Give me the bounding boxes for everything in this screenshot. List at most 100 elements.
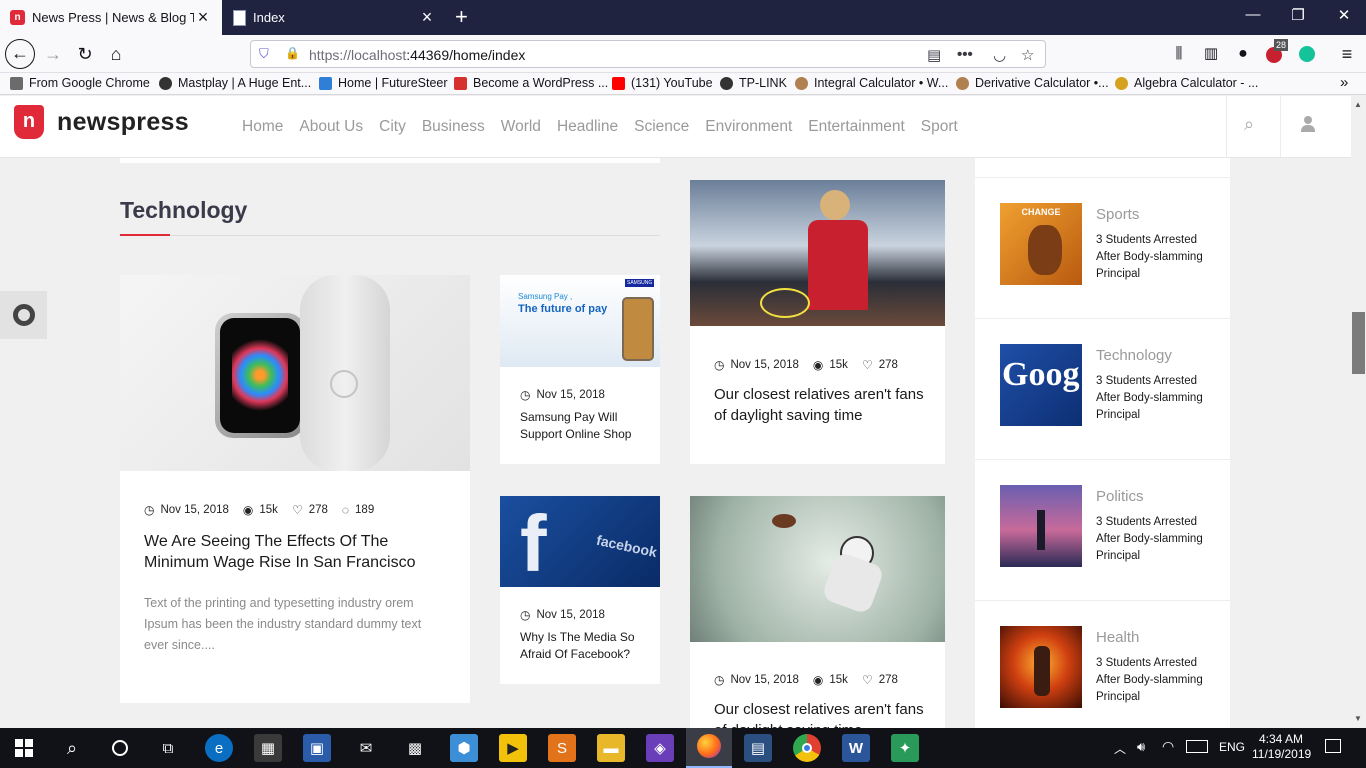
mid-post-card[interactable]: ◷ Nov 15, 2018 ◉ 15k ♡ 278 Our closest rela…: [690, 496, 945, 728]
sidebar-title[interactable]: 3 Students Arrested After Body-slamming …: [1096, 514, 1211, 565]
sidebar-category[interactable]: Sports: [1096, 206, 1139, 223]
pocket-icon[interactable]: ◡: [993, 46, 1006, 64]
nav-world[interactable]: World: [501, 118, 541, 136]
grammarly-extension[interactable]: [1295, 42, 1321, 66]
scrollbar-thumb[interactable]: [1352, 312, 1365, 374]
post-title[interactable]: Our closest relatives aren't fans of day…: [714, 699, 924, 728]
language-indicator[interactable]: ENG: [1219, 740, 1245, 754]
forward-icon[interactable]: →: [40, 42, 66, 66]
account-icon[interactable]: ●: [1230, 42, 1256, 66]
sidebar-title[interactable]: 3 Students Arrested After Body-slamming …: [1096, 655, 1211, 706]
edge-icon[interactable]: e: [205, 734, 233, 762]
close-icon[interactable]: ×: [194, 7, 212, 28]
adblock-extension[interactable]: 28: [1263, 39, 1289, 66]
url-bar[interactable]: ⛉ 🔒 https://localhost:44369/home/index ▤…: [250, 40, 1046, 68]
sidebar-category[interactable]: Technology: [1096, 347, 1172, 364]
tray-chevron-icon[interactable]: ︿: [1114, 740, 1126, 757]
bookmark-item[interactable]: Integral Calculator • W...: [795, 76, 948, 90]
bookmark-item[interactable]: Derivative Calculator •...: [956, 76, 1109, 90]
lock-icon[interactable]: 🔒: [285, 46, 300, 60]
sidebar-icon[interactable]: ▥: [1198, 42, 1224, 66]
minimize-icon[interactable]: —: [1238, 6, 1268, 23]
windows-start-icon[interactable]: [10, 734, 38, 762]
close-window-icon[interactable]: ✕: [1329, 6, 1359, 24]
menu-icon[interactable]: ≡: [1334, 42, 1360, 66]
volume-icon[interactable]: 🔊︎: [1137, 739, 1145, 755]
bookmark-item[interactable]: Home | FutureSteer: [319, 76, 448, 90]
reload-icon[interactable]: ↻: [72, 42, 98, 66]
post-title[interactable]: We Are Seeing The Effects Of The Minimum…: [144, 531, 444, 573]
sidebar-item[interactable]: Health 3 Students Arrested After Body-sl…: [975, 601, 1230, 728]
media-player-icon[interactable]: ▶: [499, 734, 527, 762]
sidebar-category[interactable]: Politics: [1096, 488, 1144, 505]
keyboard-icon[interactable]: [1186, 740, 1208, 753]
nav-environment[interactable]: Environment: [705, 118, 792, 136]
page-actions-icon[interactable]: •••: [957, 46, 973, 63]
visual-studio-icon[interactable]: ◈: [646, 734, 674, 762]
search-icon[interactable]: ⌕: [1244, 114, 1254, 135]
nav-business[interactable]: Business: [422, 118, 485, 136]
task-view-icon[interactable]: ⧉: [154, 734, 182, 762]
cortana-icon[interactable]: [106, 734, 134, 762]
small-post-card[interactable]: f facebook ◷ Nov 15, 2018 Why Is The Medi…: [500, 496, 660, 684]
bookmark-item[interactable]: Mastplay | A Huge Ent...: [159, 76, 311, 90]
new-tab-icon[interactable]: +: [455, 4, 475, 30]
scroll-down-icon[interactable]: ▼: [1354, 714, 1362, 723]
word-icon[interactable]: W: [842, 734, 870, 762]
tab-index[interactable]: Index ×: [223, 0, 446, 35]
chrome-icon[interactable]: [793, 734, 821, 762]
nav-science[interactable]: Science: [634, 118, 689, 136]
post-title[interactable]: Why Is The Media So Afraid Of Facebook?: [520, 629, 645, 663]
sublime-text-icon[interactable]: S: [548, 734, 576, 762]
bookmark-item[interactable]: TP-LINK: [720, 76, 787, 90]
close-icon[interactable]: ×: [418, 7, 436, 28]
remote-desktop-icon[interactable]: ▤: [744, 734, 772, 762]
wifi-icon[interactable]: ◠: [1162, 738, 1174, 755]
nav-city[interactable]: City: [379, 118, 406, 136]
sourcetree-icon[interactable]: ✦: [891, 734, 919, 762]
file-explorer-icon[interactable]: ▬: [597, 734, 625, 762]
restore-icon[interactable]: ❐: [1283, 6, 1313, 24]
user-icon[interactable]: [1299, 114, 1317, 134]
bookmark-star-icon[interactable]: ☆: [1021, 46, 1034, 64]
sidebar-title[interactable]: 3 Students Arrested After Body-slamming …: [1096, 232, 1211, 283]
post-title[interactable]: Samsung Pay Will Support Online Shop: [520, 409, 645, 443]
bookmark-item[interactable]: (131) YouTube: [612, 76, 713, 90]
library-icon[interactable]: ⫼: [1166, 42, 1192, 66]
bookmark-item[interactable]: Algebra Calculator - ...: [1115, 76, 1258, 90]
sidebar-category[interactable]: Health: [1096, 629, 1139, 646]
main-post-card[interactable]: ◷ Nov 15, 2018 ◉ 15k ♡ 278 ◌ 189 We Are Seei…: [120, 275, 470, 703]
shield-icon[interactable]: ⛉: [259, 46, 269, 62]
help-button[interactable]: [0, 291, 47, 339]
back-icon[interactable]: ←: [5, 39, 35, 69]
nav-home[interactable]: Home: [242, 118, 283, 136]
mid-post-card[interactable]: ◷ Nov 15, 2018 ◉ 15k ♡ 278 Our closest rela…: [690, 180, 945, 464]
more-bookmarks-icon[interactable]: »: [1340, 74, 1348, 91]
clock[interactable]: 4:34 AM 11/19/2019: [1252, 732, 1311, 762]
sidebar-item[interactable]: CHANGE Sports 3 Students Arrested After …: [975, 178, 1230, 319]
nav-about-us[interactable]: About Us: [299, 118, 363, 136]
mail-icon[interactable]: ✉: [352, 734, 380, 762]
bookmark-item[interactable]: From Google Chrome: [10, 76, 150, 90]
sidebar-item[interactable]: Politics 3 Students Arrested After Body-…: [975, 460, 1230, 601]
reader-view-icon[interactable]: ▤: [927, 46, 941, 64]
bookmark-item[interactable]: Become a WordPress ...: [454, 76, 608, 90]
network-app-icon[interactable]: ▣: [303, 734, 331, 762]
sidebar-item[interactable]: Goog Technology 3 Students Arrested Afte…: [975, 319, 1230, 460]
sidebar-title[interactable]: 3 Students Arrested After Body-slamming …: [1096, 373, 1211, 424]
post-title[interactable]: Our closest relatives aren't fans of day…: [714, 384, 924, 426]
nav-entertainment[interactable]: Entertainment: [808, 118, 905, 136]
search-icon[interactable]: ⌕: [58, 734, 86, 762]
nav-headline[interactable]: Headline: [557, 118, 618, 136]
tab-newspress[interactable]: n News Press | News & Blog Temp ×: [0, 0, 222, 35]
page-scrollbar[interactable]: ▲ ▼: [1351, 96, 1366, 728]
home-icon[interactable]: ⌂: [103, 42, 129, 66]
store-icon[interactable]: ▦: [254, 734, 282, 762]
app-cube-icon[interactable]: ⬢: [450, 734, 478, 762]
firefox-taskbar-button[interactable]: [686, 728, 732, 768]
notifications-icon[interactable]: [1325, 739, 1341, 753]
small-post-card[interactable]: Samsung Pay , The future of pay SAMSUNG …: [500, 275, 660, 464]
site-logo[interactable]: n newspress: [14, 105, 189, 139]
calculator-icon[interactable]: ▩: [401, 734, 429, 762]
nav-sport[interactable]: Sport: [921, 118, 958, 136]
